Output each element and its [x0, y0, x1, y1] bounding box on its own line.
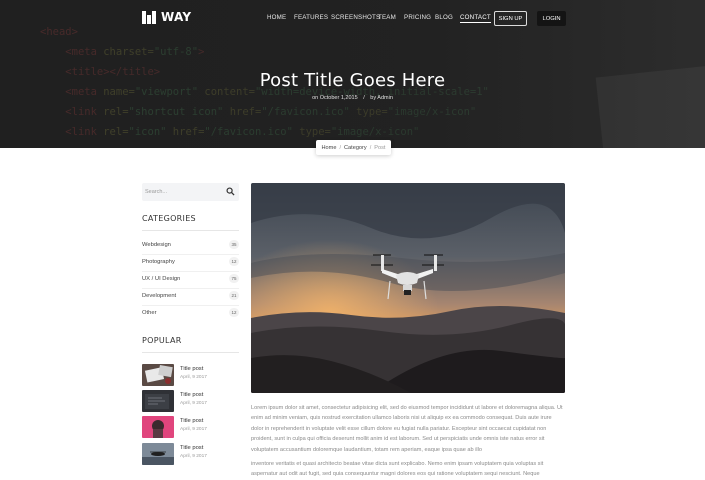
popular-post[interactable]: Title post April, 9 2017	[142, 443, 239, 466]
category-count-badge: 35	[229, 240, 239, 249]
category-count-badge: 75	[229, 274, 239, 283]
popular-post-thumbnail[interactable]	[142, 390, 174, 412]
logo-text: WAY	[161, 10, 192, 24]
popular-post-title[interactable]: Title post	[180, 445, 203, 451]
post-meta-separator: /	[363, 95, 365, 101]
popular-post-thumbnail[interactable]	[142, 416, 174, 438]
popular-divider	[142, 352, 239, 353]
post-date: on October 1,2015	[312, 95, 358, 101]
category-item-development[interactable]: Development 21	[142, 290, 239, 306]
nav-blog[interactable]: BLOG	[435, 14, 453, 21]
popular-post-thumbnail[interactable]	[142, 443, 174, 465]
category-label: Photography	[142, 259, 175, 265]
category-count-badge: 21	[229, 291, 239, 300]
site-logo[interactable]: WAY	[142, 10, 191, 24]
post-featured-image	[251, 183, 565, 393]
post-title: Post Title Goes Here	[259, 70, 446, 91]
breadcrumb: Home / Category / Post	[316, 140, 391, 155]
post-author[interactable]: by Admin	[368, 95, 395, 101]
popular-heading: POPULAR	[142, 336, 182, 345]
search-icon[interactable]	[226, 187, 235, 196]
nav-features[interactable]: FEATURES	[294, 14, 328, 21]
popular-post-date: April, 9 2017	[180, 427, 207, 432]
popular-post-thumbnail[interactable]	[142, 364, 174, 386]
breadcrumb-current: Post	[374, 144, 386, 151]
article-paragraph: Lorem ipsum dolor sit amet, consectetur …	[251, 405, 563, 453]
popular-post-title[interactable]: Title post	[180, 392, 203, 398]
nav-team[interactable]: TEAM	[378, 14, 396, 21]
breadcrumb-category[interactable]: Category	[344, 145, 367, 151]
breadcrumb-separator: /	[369, 144, 372, 151]
search-box	[142, 183, 239, 201]
popular-post-date: April, 9 2017	[180, 375, 207, 380]
popular-post[interactable]: Title post April, 9 2017	[142, 364, 239, 387]
category-label: UX / UI Design	[142, 276, 181, 282]
breadcrumb-separator: /	[339, 144, 341, 151]
login-button[interactable]: LOGIN	[537, 11, 566, 26]
category-label: Webdesign	[142, 242, 171, 248]
category-item-ux-ui-design[interactable]: UX / UI Design 75	[142, 273, 239, 289]
nav-screenshots[interactable]: SCREENSHOTS	[331, 14, 380, 21]
category-count-badge: 12	[229, 308, 239, 317]
building-logo-icon	[142, 10, 157, 24]
category-item-photography[interactable]: Photography 12	[142, 256, 239, 272]
category-count-badge: 12	[229, 257, 239, 266]
signup-button[interactable]: SIGN UP	[494, 11, 527, 26]
category-label: Other	[142, 310, 157, 316]
categories-heading: CATEGORIES	[142, 214, 196, 223]
popular-post[interactable]: Title post April, 9 2017	[142, 416, 239, 439]
nav-pricing[interactable]: PRICING	[404, 14, 431, 21]
article-paragraph: inventore veritatis et quasi architecto …	[251, 461, 544, 478]
popular-post[interactable]: Title post April, 9 2017	[142, 390, 239, 413]
categories-divider	[142, 230, 239, 231]
category-item-other[interactable]: Other 12	[142, 307, 239, 323]
popular-post-title[interactable]: Title post	[180, 366, 203, 372]
post-meta: on October 1,2015 / by Admin	[0, 95, 705, 101]
popular-post-date: April, 9 2017	[180, 401, 207, 406]
popular-post-date: April, 9 2017	[180, 454, 207, 459]
nav-contact[interactable]: CONTACT	[460, 14, 491, 23]
category-label: Development	[142, 293, 177, 299]
hero-banner: <head> <meta charset="utf-8"> <title></t…	[0, 0, 705, 148]
popular-post-title[interactable]: Title post	[180, 418, 203, 424]
breadcrumb-home[interactable]: Home	[322, 145, 337, 151]
nav-home[interactable]: HOME	[267, 14, 286, 21]
search-input[interactable]	[145, 186, 223, 198]
category-item-webdesign[interactable]: Webdesign 35	[142, 239, 239, 255]
